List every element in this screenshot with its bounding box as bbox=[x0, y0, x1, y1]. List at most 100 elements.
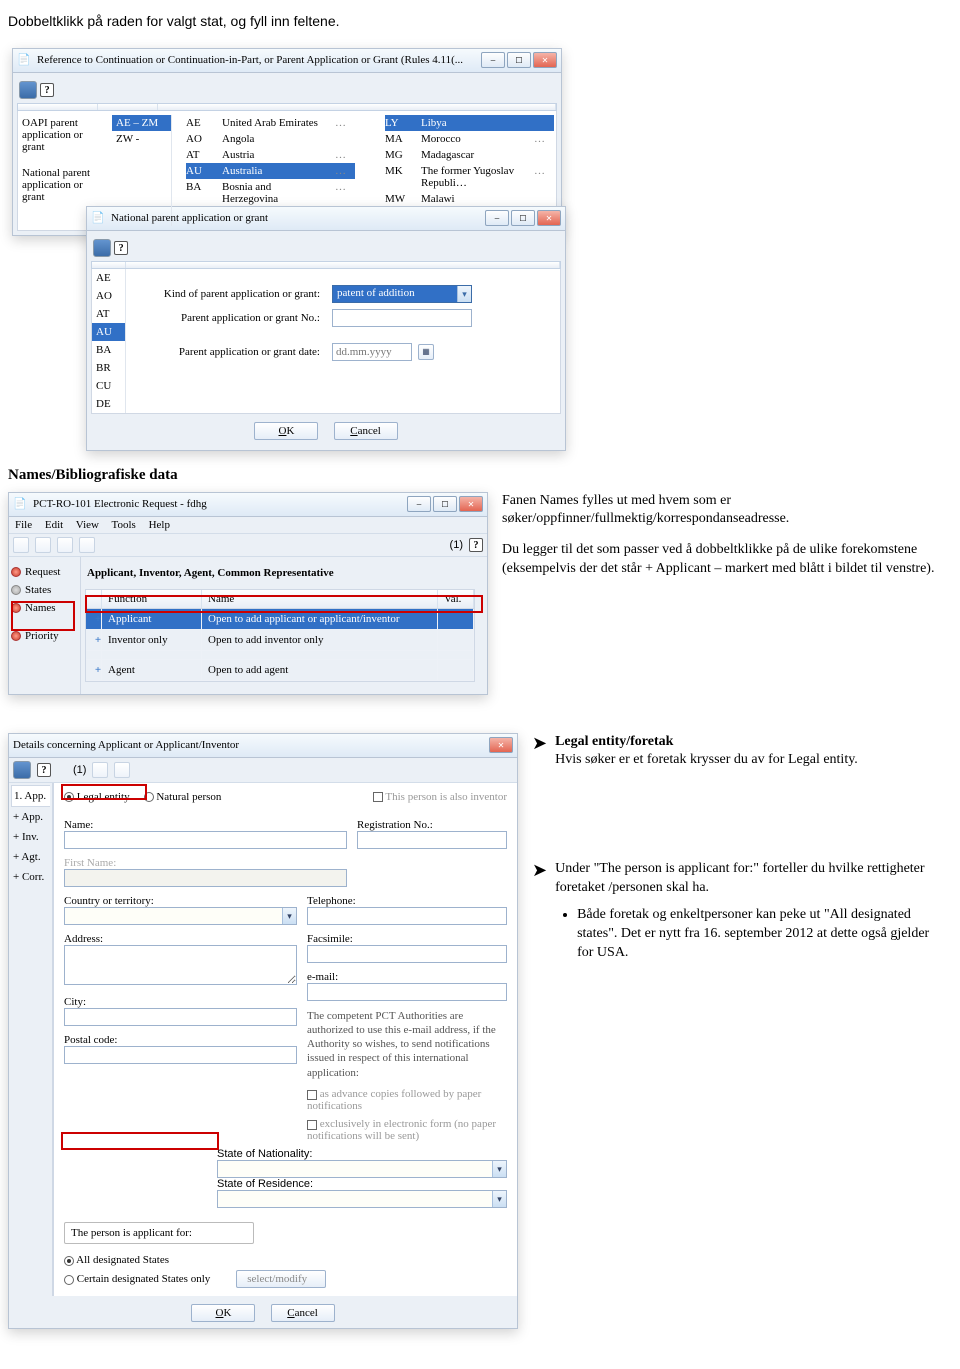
email-input[interactable] bbox=[307, 983, 507, 1001]
name-input[interactable] bbox=[64, 831, 347, 849]
close-button[interactable] bbox=[459, 496, 483, 512]
country-code-row[interactable]: CU bbox=[92, 377, 125, 395]
save-icon[interactable] bbox=[93, 239, 111, 257]
national-label: National parent application or grant bbox=[22, 167, 96, 203]
menu-tools[interactable]: Tools bbox=[112, 519, 136, 531]
maximize-button[interactable] bbox=[433, 496, 457, 512]
function-row[interactable] bbox=[86, 651, 474, 660]
tab-add-inv[interactable]: + Inv. bbox=[11, 827, 50, 847]
certain-states-radio[interactable] bbox=[64, 1275, 74, 1285]
country-code-row[interactable]: DE bbox=[92, 395, 125, 413]
tab-app[interactable]: 1. App. bbox=[11, 785, 50, 807]
help-icon[interactable]: ? bbox=[469, 538, 483, 552]
nationality-dropdown[interactable]: ▾ bbox=[217, 1160, 507, 1178]
tab-add-app[interactable]: + App. bbox=[11, 807, 50, 827]
nav-states[interactable]: States bbox=[25, 584, 51, 596]
nav-names[interactable]: Names bbox=[25, 602, 56, 614]
postal-input[interactable] bbox=[64, 1046, 297, 1064]
all-states-radio[interactable] bbox=[64, 1256, 74, 1266]
cancel-button[interactable]: Cancel bbox=[271, 1304, 335, 1322]
tool-icon[interactable] bbox=[79, 537, 95, 553]
kind-value: patent of addition bbox=[333, 286, 457, 302]
menu-help[interactable]: Help bbox=[149, 519, 170, 531]
ok-button[interactable]: OK bbox=[254, 422, 318, 440]
country-code-row[interactable]: AT bbox=[92, 305, 125, 323]
menu-view[interactable]: View bbox=[76, 519, 99, 531]
tool-icon[interactable] bbox=[57, 537, 73, 553]
country-row[interactable]: AUAustralia… bbox=[186, 163, 355, 179]
country-row[interactable]: AOAngola bbox=[186, 131, 355, 147]
addressbook-icon[interactable] bbox=[114, 762, 130, 778]
close-button[interactable] bbox=[537, 210, 561, 226]
country-list-right[interactable]: LYLibyaMAMorocco…MGMadagascarMKThe forme… bbox=[385, 115, 554, 226]
regno-input[interactable] bbox=[357, 831, 507, 849]
country-row[interactable]: MGMadagascar bbox=[385, 147, 554, 163]
save-icon[interactable] bbox=[13, 761, 31, 779]
help-icon[interactable]: ? bbox=[40, 83, 54, 97]
country-row[interactable]: MWMalawi bbox=[385, 191, 554, 207]
country-row[interactable]: MAMorocco… bbox=[385, 131, 554, 147]
help-icon[interactable]: ? bbox=[114, 241, 128, 255]
natural-person-radio[interactable] bbox=[144, 792, 154, 802]
help-icon[interactable]: ? bbox=[37, 763, 51, 777]
country-row[interactable]: AEUnited Arab Emirates… bbox=[186, 115, 355, 131]
select-modify-button[interactable]: select/modify bbox=[236, 1270, 326, 1288]
function-row[interactable]: +AgentOpen to add agent bbox=[86, 660, 474, 681]
city-input[interactable] bbox=[64, 1008, 297, 1026]
country-code-row[interactable]: AO bbox=[92, 287, 125, 305]
region-row[interactable]: AE – ZM bbox=[112, 115, 171, 131]
close-button[interactable] bbox=[533, 52, 557, 68]
tool-icon[interactable] bbox=[13, 537, 29, 553]
tool-icon[interactable] bbox=[35, 537, 51, 553]
country-code-row[interactable]: AE bbox=[92, 269, 125, 287]
function-row[interactable]: +Inventor onlyOpen to add inventor only bbox=[86, 630, 474, 651]
also-inventor-checkbox[interactable] bbox=[373, 792, 383, 802]
country-list-left[interactable]: AEUnited Arab Emirates…AOAngolaATAustria… bbox=[186, 115, 355, 226]
ok-button[interactable]: OK bbox=[191, 1304, 255, 1322]
country-row[interactable]: MKThe former Yugoslav Republi…… bbox=[385, 163, 554, 191]
menu-bar[interactable]: File Edit View Tools Help bbox=[9, 517, 487, 534]
kind-dropdown[interactable]: patent of addition ▾ bbox=[332, 285, 472, 303]
person-icon[interactable] bbox=[92, 762, 108, 778]
address-input[interactable] bbox=[64, 945, 297, 985]
fax-input[interactable] bbox=[307, 945, 507, 963]
residence-dropdown[interactable]: ▾ bbox=[217, 1190, 507, 1208]
country-row[interactable]: LYLibya bbox=[385, 115, 554, 131]
country-code-row[interactable]: BR bbox=[92, 359, 125, 377]
region-row[interactable]: ZW - bbox=[112, 131, 171, 147]
oapi-label: OAPI parent application or grant bbox=[22, 117, 96, 153]
minimize-button[interactable] bbox=[481, 52, 505, 68]
tab-add-corr[interactable]: + Corr. bbox=[11, 867, 50, 887]
kind-label: Kind of parent application or grant: bbox=[136, 288, 326, 300]
residence-label: State of Residence: bbox=[217, 1178, 507, 1190]
fax-label: Facsimile: bbox=[307, 925, 507, 945]
maximize-button[interactable] bbox=[507, 52, 531, 68]
grant-no-input[interactable] bbox=[332, 309, 472, 327]
advance-copy-checkbox[interactable] bbox=[307, 1090, 317, 1100]
country-row[interactable]: BABosnia and Herzegovina… bbox=[186, 179, 355, 207]
save-icon[interactable] bbox=[19, 81, 37, 99]
country-row[interactable]: ATAustria… bbox=[186, 147, 355, 163]
legal-entity-radio[interactable] bbox=[64, 792, 74, 802]
window-title: Details concerning Applicant or Applican… bbox=[13, 739, 483, 751]
region-list[interactable]: AE – ZM ZW - bbox=[112, 115, 172, 226]
menu-edit[interactable]: Edit bbox=[45, 519, 63, 531]
nav-request[interactable]: Request bbox=[25, 566, 60, 578]
tab-add-agt[interactable]: + Agt. bbox=[11, 847, 50, 867]
minimize-button[interactable] bbox=[407, 496, 431, 512]
country-code-row[interactable]: AU bbox=[92, 323, 125, 341]
grant-date-input[interactable] bbox=[332, 343, 412, 361]
cancel-button[interactable]: Cancel bbox=[334, 422, 398, 440]
close-button[interactable] bbox=[489, 737, 513, 753]
tel-input[interactable] bbox=[307, 907, 507, 925]
country-dropdown[interactable]: ▾ bbox=[64, 907, 297, 925]
menu-file[interactable]: File bbox=[15, 519, 32, 531]
calendar-icon[interactable]: ▦ bbox=[418, 344, 434, 360]
minimize-button[interactable] bbox=[485, 210, 509, 226]
maximize-button[interactable] bbox=[511, 210, 535, 226]
function-row[interactable]: +ApplicantOpen to add applicant or appli… bbox=[86, 609, 474, 630]
nav-priority[interactable]: Priority bbox=[25, 630, 59, 642]
country-code-row[interactable]: BA bbox=[92, 341, 125, 359]
country-code-list[interactable]: AEAOATAUBABRCUDE bbox=[92, 269, 126, 413]
exclusive-electronic-checkbox[interactable] bbox=[307, 1120, 317, 1130]
